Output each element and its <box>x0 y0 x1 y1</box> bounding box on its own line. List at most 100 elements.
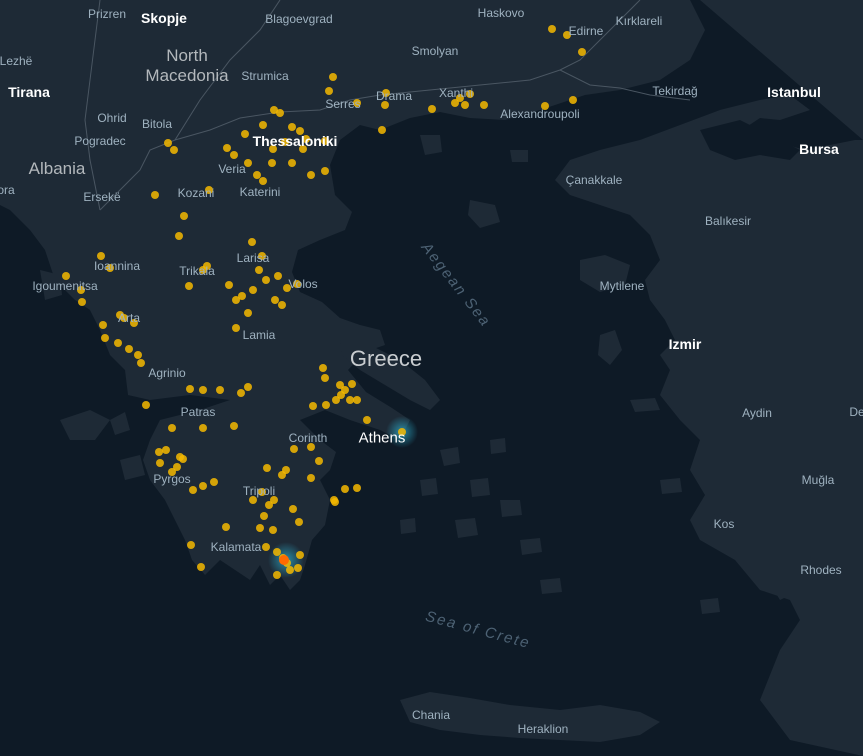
data-point[interactable] <box>199 424 207 432</box>
data-point[interactable] <box>170 146 178 154</box>
data-point[interactable] <box>244 309 252 317</box>
data-point[interactable] <box>378 126 386 134</box>
data-point[interactable] <box>199 386 207 394</box>
data-point[interactable] <box>162 446 170 454</box>
data-point[interactable] <box>286 566 294 574</box>
data-point[interactable] <box>210 478 218 486</box>
data-point[interactable] <box>189 486 197 494</box>
data-point[interactable] <box>142 401 150 409</box>
data-point-hotspot[interactable] <box>279 555 289 565</box>
data-point[interactable] <box>309 402 317 410</box>
data-point[interactable] <box>346 396 354 404</box>
data-point[interactable] <box>269 526 277 534</box>
data-point[interactable] <box>230 422 238 430</box>
data-point[interactable] <box>99 321 107 329</box>
data-point[interactable] <box>480 101 488 109</box>
data-point[interactable] <box>249 286 257 294</box>
data-point[interactable] <box>353 484 361 492</box>
city-label-izmir: Izmir <box>668 336 702 352</box>
data-point[interactable] <box>273 548 281 556</box>
city-label-lamia: Lamia <box>242 328 276 342</box>
data-point[interactable] <box>307 171 315 179</box>
data-point[interactable] <box>274 272 282 280</box>
data-point[interactable] <box>255 266 263 274</box>
city-label-bitola: Bitola <box>141 117 173 131</box>
data-point[interactable] <box>329 73 337 81</box>
data-point[interactable] <box>428 105 436 113</box>
data-point[interactable] <box>253 171 261 179</box>
data-point[interactable] <box>259 121 267 129</box>
data-point[interactable] <box>578 48 586 56</box>
data-point[interactable] <box>273 571 281 579</box>
data-point[interactable] <box>321 374 329 382</box>
data-point[interactable] <box>155 448 163 456</box>
data-point[interactable] <box>230 151 238 159</box>
data-point[interactable] <box>260 512 268 520</box>
data-point[interactable] <box>363 416 371 424</box>
data-point[interactable] <box>259 177 267 185</box>
data-point[interactable] <box>180 212 188 220</box>
data-point[interactable] <box>101 334 109 342</box>
data-point[interactable] <box>276 109 284 117</box>
data-point[interactable] <box>289 505 297 513</box>
data-point[interactable] <box>168 424 176 432</box>
data-point[interactable] <box>262 276 270 284</box>
data-point[interactable] <box>187 541 195 549</box>
data-point[interactable] <box>241 130 249 138</box>
data-point[interactable] <box>156 459 164 467</box>
data-point[interactable] <box>125 345 133 353</box>
data-point[interactable] <box>232 324 240 332</box>
data-point[interactable] <box>216 386 224 394</box>
data-point[interactable] <box>332 396 340 404</box>
city-label-bursa: Bursa <box>799 141 839 157</box>
data-point[interactable] <box>341 485 349 493</box>
data-point[interactable] <box>256 524 264 532</box>
data-point[interactable] <box>315 457 323 465</box>
data-point[interactable] <box>185 282 193 290</box>
data-point[interactable] <box>325 87 333 95</box>
data-point[interactable] <box>137 359 145 367</box>
data-point[interactable] <box>288 123 296 131</box>
city-label-kirklareli: Kırklareli <box>615 14 663 28</box>
data-point[interactable] <box>319 364 327 372</box>
data-point[interactable] <box>271 296 279 304</box>
data-point[interactable] <box>548 25 556 33</box>
data-point[interactable] <box>353 396 361 404</box>
data-point[interactable] <box>307 474 315 482</box>
data-point[interactable] <box>290 445 298 453</box>
data-point[interactable] <box>237 389 245 397</box>
data-point[interactable] <box>263 464 271 472</box>
map-canvas[interactable]: Prizren Skopje Blagoevgrad Haskovo Edirn… <box>0 0 863 756</box>
data-point[interactable] <box>222 523 230 531</box>
data-point[interactable] <box>278 301 286 309</box>
data-point[interactable] <box>461 101 469 109</box>
data-point[interactable] <box>223 144 231 152</box>
data-point[interactable] <box>232 296 240 304</box>
data-point[interactable] <box>179 455 187 463</box>
data-point[interactable] <box>248 238 256 246</box>
data-point[interactable] <box>331 498 339 506</box>
data-point[interactable] <box>225 281 233 289</box>
data-point[interactable] <box>78 298 86 306</box>
data-point[interactable] <box>296 551 304 559</box>
data-point[interactable] <box>244 383 252 391</box>
data-point[interactable] <box>295 518 303 526</box>
data-point[interactable] <box>294 564 302 572</box>
data-point[interactable] <box>268 159 276 167</box>
country-label-albania: Albania <box>28 159 86 178</box>
data-point[interactable] <box>288 159 296 167</box>
data-point[interactable] <box>197 563 205 571</box>
data-point[interactable] <box>175 232 183 240</box>
data-point[interactable] <box>164 139 172 147</box>
data-point[interactable] <box>348 380 356 388</box>
data-point[interactable] <box>322 401 330 409</box>
data-point[interactable] <box>151 191 159 199</box>
data-point[interactable] <box>199 482 207 490</box>
data-point[interactable] <box>114 339 122 347</box>
data-point[interactable] <box>134 351 142 359</box>
data-point[interactable] <box>262 543 270 551</box>
data-point[interactable] <box>321 167 329 175</box>
data-point[interactable] <box>186 385 194 393</box>
data-point[interactable] <box>569 96 577 104</box>
data-point[interactable] <box>282 466 290 474</box>
